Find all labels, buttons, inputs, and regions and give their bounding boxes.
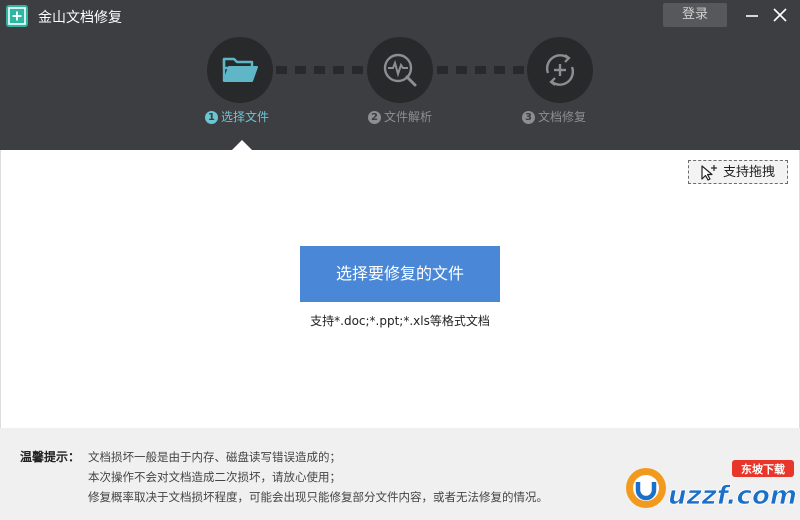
supported-formats-text: 支持*.doc;*.ppt;*.xls等格式文档 <box>310 314 490 328</box>
app-title: 金山文档修复 <box>38 10 122 26</box>
drag-drop-hint: 支持拖拽 <box>688 160 788 184</box>
step-1-circle <box>207 37 273 103</box>
tips-label: 温馨提示： <box>20 450 81 464</box>
folder-icon <box>222 57 258 82</box>
watermark-tag: 东坡下载 <box>741 462 785 476</box>
step-2-label: 2 文件解析 <box>368 108 432 125</box>
drag-drop-label: 支持拖拽 <box>723 165 776 180</box>
step-2-circle <box>367 37 433 103</box>
step-connector-2 <box>437 66 525 74</box>
step-1-number: 1 <box>205 111 218 124</box>
step-3-label: 3 文档修复 <box>522 108 586 125</box>
title-bar: 金山文档修复 登录 1 选择文件 2 文件解析 3 文档修复 <box>0 0 800 150</box>
app-logo-icon <box>6 5 28 27</box>
step-1-text: 选择文件 <box>221 110 270 124</box>
tip-line: 修复概率取决于文档损坏程度，可能会出现只能修复部分文件内容，或者无法修复的情况。 <box>88 490 548 504</box>
tip-line: 本次操作不会对文档造成二次损坏，请放心使用； <box>88 470 341 484</box>
step-1-label[interactable]: 1 选择文件 <box>205 108 269 125</box>
step-2-number: 2 <box>368 111 381 124</box>
select-file-button[interactable]: 选择要修复的文件 <box>300 246 500 302</box>
close-icon[interactable] <box>770 5 790 25</box>
step-connector-1 <box>276 66 364 74</box>
active-step-pointer <box>232 140 252 150</box>
watermark-brand: uzzf.com <box>668 481 797 511</box>
uzzf-watermark: 东坡下载 uzzf.com <box>622 458 798 516</box>
login-button[interactable]: 登录 <box>663 3 727 27</box>
repair-icon <box>545 54 575 86</box>
step-3-circle <box>527 37 593 103</box>
drag-cursor-icon <box>701 165 717 181</box>
step-3-text: 文档修复 <box>538 110 587 124</box>
step-2-text: 文件解析 <box>384 110 433 124</box>
minimize-icon[interactable] <box>742 5 762 25</box>
tip-line: 文档损坏一般是由于内存、磁盘读写错误造成的； <box>88 450 341 464</box>
analyze-icon <box>383 53 417 87</box>
step-3-number: 3 <box>522 111 535 124</box>
